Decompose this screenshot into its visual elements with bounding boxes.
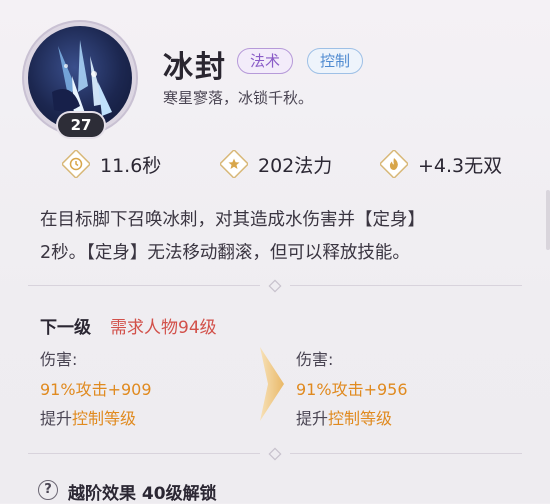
- cost-value: 202法力: [258, 154, 333, 177]
- next-level-requirement: 需求人物94级: [110, 318, 217, 338]
- bonus-stat: +4.3无双: [380, 150, 502, 178]
- skill-subtitle: 寒星寥落，冰锁千秋。: [163, 89, 314, 107]
- section-divider: [28, 447, 522, 461]
- skill-description: 在目标脚下召唤冰刺，对其造成水伤害并【定身】 2秒。【定身】无法移动翻滚，但可以…: [40, 204, 510, 270]
- upgrade-prefix: 提升: [40, 409, 73, 428]
- current-damage-label: 伤害:: [40, 350, 78, 369]
- upgrade-highlight: 控制等级: [72, 409, 137, 428]
- current-upgrade: 提升控制等级: [40, 405, 136, 429]
- tag-magic: 法术: [237, 48, 294, 74]
- description-line: 在目标脚下召唤冰刺，对其造成水伤害并【定身】: [40, 210, 425, 230]
- skill-name: 冰封: [163, 50, 227, 85]
- skill-level-badge: 27: [58, 113, 104, 137]
- next-level-title: 下一级: [40, 318, 91, 338]
- scrollbar[interactable]: [546, 190, 550, 250]
- advance-effect-label: 越阶效果 40级解锁: [68, 484, 217, 504]
- cooldown-stat: 11.6秒: [62, 150, 161, 178]
- next-upgrade: 提升控制等级: [296, 405, 392, 429]
- diamond-ornament-icon: [268, 279, 282, 293]
- clock-icon: [62, 150, 90, 178]
- diamond-ornament-icon: [268, 447, 282, 461]
- help-icon[interactable]: ?: [38, 480, 58, 500]
- next-damage-value: 91%攻击+956: [296, 380, 408, 399]
- bonus-value: +4.3无双: [418, 154, 503, 177]
- flame-icon: [380, 150, 408, 178]
- current-damage-value: 91%攻击+909: [40, 380, 152, 399]
- tag-control: 控制: [307, 48, 364, 74]
- description-line: 2秒。【定身】无法移动翻滚，但可以释放技能。: [40, 243, 410, 263]
- cost-stat: 202法力: [220, 150, 332, 178]
- upgrade-highlight: 控制等级: [328, 409, 393, 428]
- chevron-right-icon: [260, 347, 284, 421]
- next-damage-label: 伤害:: [296, 350, 334, 369]
- star-icon: [220, 150, 248, 178]
- section-divider: [28, 279, 522, 293]
- upgrade-prefix: 提升: [296, 409, 329, 428]
- skill-detail-panel: 27 冰封 法术 控制 寒星寥落，冰锁千秋。 11.6秒 202法力 +4.3无…: [0, 0, 550, 504]
- cooldown-value: 11.6秒: [100, 154, 162, 177]
